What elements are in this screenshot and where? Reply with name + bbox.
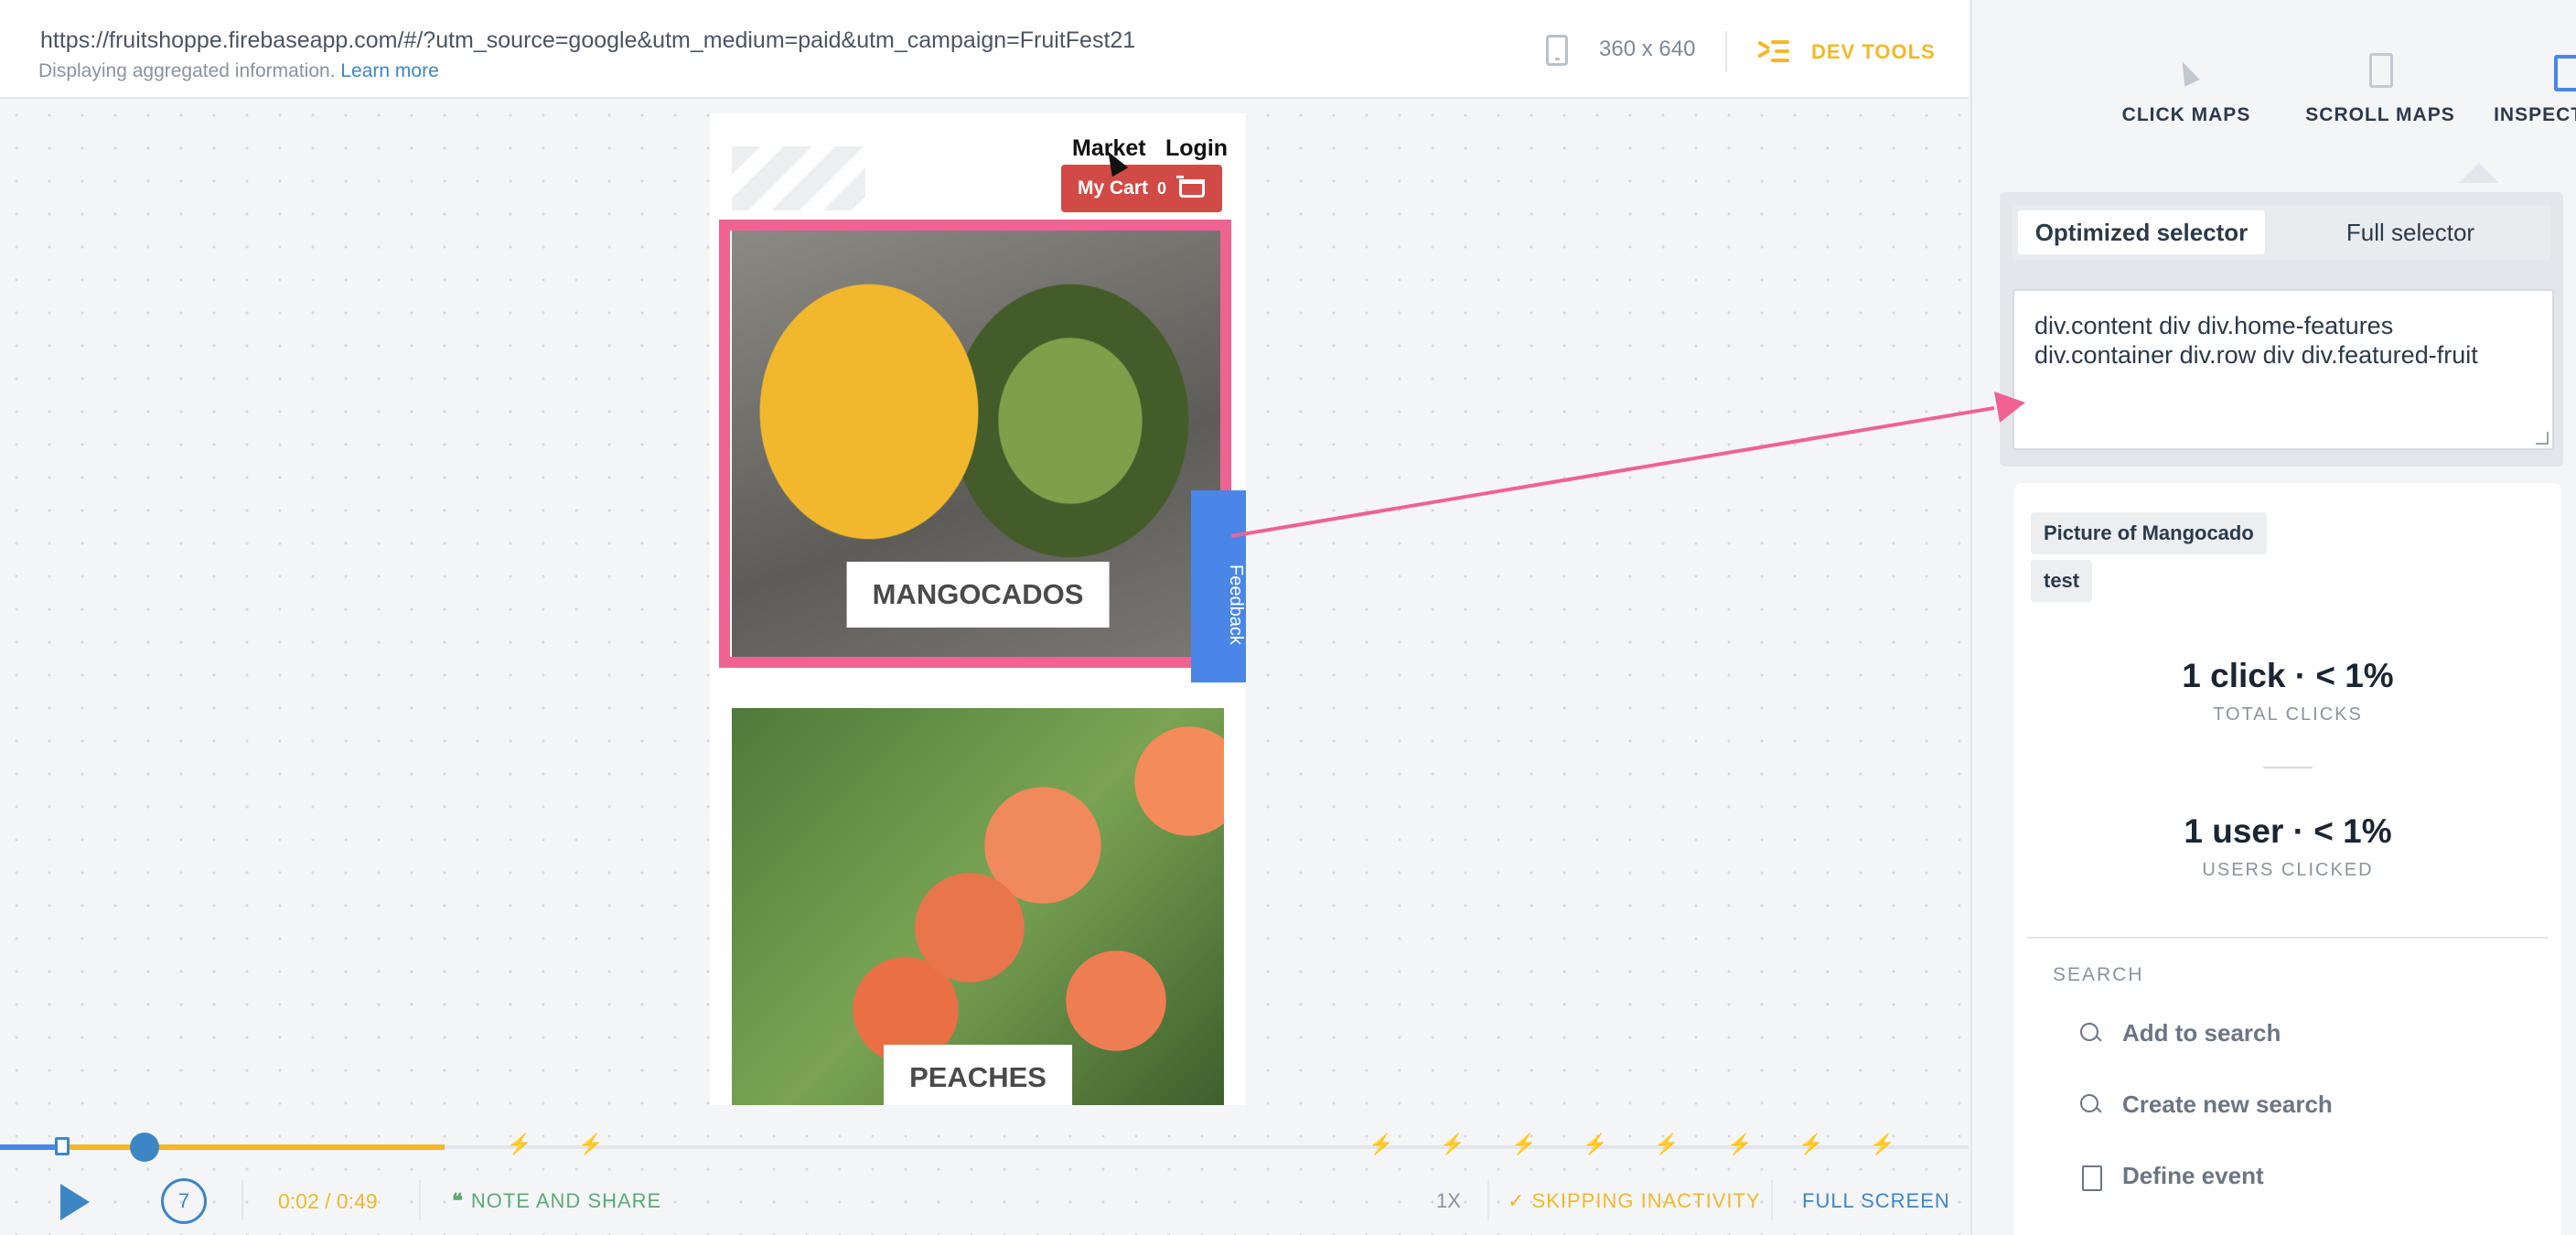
- timeline-scrubber[interactable]: [130, 1133, 159, 1162]
- playback-speed[interactable]: 1X: [1436, 1189, 1461, 1213]
- selector-tabs: Optimized selector Full selector: [2012, 205, 2550, 260]
- event-bolt-icon[interactable]: ⚡: [578, 1133, 603, 1156]
- element-tag[interactable]: test: [2031, 560, 2093, 602]
- selector-card: Optimized selector Full selector div.con…: [2000, 192, 2563, 467]
- event-bolt-icon[interactable]: ⚡: [1511, 1133, 1536, 1156]
- featured-fruit-mangocado[interactable]: MANGOCADOS: [732, 229, 1224, 659]
- event-bolt-icon[interactable]: ⚡: [1654, 1133, 1679, 1156]
- replay-header: https://fruitshoppe.firebaseapp.com/#/?u…: [0, 0, 1969, 99]
- controls-divider: [1487, 1180, 1489, 1220]
- cart-count: 0: [1157, 178, 1167, 198]
- aggregation-notice: Displaying aggregated information. Learn…: [38, 60, 439, 82]
- skip-inactivity-label: SKIPPING INACTIVITY: [1531, 1189, 1761, 1212]
- add-to-search-button[interactable]: Add to search: [2080, 1019, 2281, 1047]
- create-new-search-button[interactable]: Create new search: [2080, 1090, 2333, 1119]
- event-bolt-icon[interactable]: ⚡: [507, 1133, 531, 1156]
- featured-fruit-peaches[interactable]: PEACHES: [732, 708, 1224, 1105]
- cart-icon: [1176, 176, 1206, 198]
- feedback-tab[interactable]: Feedback: [1191, 490, 1246, 682]
- aggregation-text: Displaying aggregated information.: [38, 60, 336, 81]
- event-bolt-icon[interactable]: ⚡: [1727, 1133, 1752, 1156]
- scroll-maps-tab[interactable]: SCROLL MAPS: [2289, 51, 2472, 126]
- inspect-mode-tab[interactable]: INSPECT MODE: [2481, 51, 2576, 126]
- play-button[interactable]: [60, 1184, 90, 1220]
- cart-label: My Cart: [1078, 177, 1149, 199]
- element-info-card: Picture of Mangocado test 1 click · < 1%…: [2014, 483, 2561, 1235]
- click-maps-tab[interactable]: CLICK MAPS: [2095, 51, 2278, 126]
- dev-tools-button[interactable]: DEV TOOLS: [1811, 40, 1936, 64]
- quote-icon: ❝: [452, 1189, 464, 1212]
- define-event-icon: [2080, 1165, 2102, 1191]
- controls-divider: [419, 1180, 421, 1220]
- mobile-device-icon: [1546, 35, 1568, 66]
- event-bolt-icon[interactable]: ⚡: [1368, 1133, 1393, 1156]
- add-to-search-label: Add to search: [2122, 1019, 2281, 1047]
- users-clicked-value: 1 user · < 1%: [2184, 812, 2392, 850]
- note-and-share-button[interactable]: ❝ NOTE AND SHARE: [452, 1189, 661, 1213]
- skip-back-button[interactable]: 7: [161, 1178, 207, 1224]
- event-bolt-icon[interactable]: ⚡: [1440, 1133, 1465, 1156]
- total-clicks-label: TOTAL CLICKS: [2213, 704, 2363, 725]
- controls-divider: [242, 1180, 243, 1220]
- inspect-mode-label: INSPECT MODE: [2494, 104, 2576, 125]
- site-logo-placeholder: [732, 146, 865, 210]
- scroll-maps-icon: [2362, 51, 2399, 88]
- controls-divider: [1771, 1180, 1773, 1220]
- create-new-search-label: Create new search: [2122, 1090, 2333, 1118]
- selector-textarea[interactable]: div.content div div.home-features div.co…: [2012, 289, 2554, 450]
- inspect-mode-icon: [2554, 51, 2576, 91]
- fruit-label: MANGOCADOS: [846, 562, 1110, 628]
- click-maps-label: CLICK MAPS: [2121, 104, 2251, 125]
- check-icon: ✓: [1508, 1189, 1532, 1212]
- tab-full-selector[interactable]: Full selector: [2287, 210, 2534, 254]
- note-and-share-label: NOTE AND SHARE: [470, 1189, 662, 1212]
- users-clicked-label: USERS CLICKED: [2202, 860, 2374, 880]
- resize-handle-icon[interactable]: [2536, 432, 2549, 445]
- total-clicks-value: 1 click · < 1%: [2182, 657, 2394, 694]
- stat-divider: [2263, 767, 2313, 768]
- element-tag[interactable]: Picture of Mangocado: [2031, 512, 2267, 554]
- session-replay-area: https://fruitshoppe.firebaseapp.com/#/?u…: [0, 0, 1969, 1235]
- tab-optimized-selector[interactable]: Optimized selector: [2018, 210, 2265, 254]
- dev-tools-icon[interactable]: [1757, 40, 1789, 62]
- define-event-label: Define event: [2122, 1162, 2264, 1189]
- skip-inactivity-toggle[interactable]: ✓ SKIPPING INACTIVITY: [1508, 1189, 1761, 1213]
- event-bolt-icon[interactable]: ⚡: [1870, 1133, 1894, 1156]
- search-icon: [2080, 1093, 2102, 1116]
- zoom-in-icon: [2080, 1022, 2102, 1045]
- click-maps-icon: [2168, 51, 2205, 88]
- learn-more-link[interactable]: Learn more: [340, 60, 438, 81]
- define-event-button[interactable]: Define event: [2080, 1162, 2264, 1191]
- page-marker-icon[interactable]: [55, 1137, 70, 1155]
- selector-text: div.content div div.home-features div.co…: [2034, 312, 2478, 369]
- page-url: https://fruitshoppe.firebaseapp.com/#/?u…: [40, 27, 1136, 53]
- event-bolt-icon[interactable]: ⚡: [1583, 1133, 1607, 1156]
- playback-time: 0:02 / 0:49: [278, 1189, 378, 1213]
- header-divider: [1725, 31, 1727, 71]
- device-size: 360 x 640: [1599, 37, 1696, 61]
- scroll-maps-label: SCROLL MAPS: [2305, 104, 2455, 125]
- mobile-preview: Market Login My Cart 0 MANGOCADOS PEACHE…: [710, 113, 1246, 1105]
- active-tab-pointer: [2459, 163, 2499, 183]
- timeline-start-segment: [0, 1144, 55, 1150]
- full-screen-button[interactable]: FULL SCREEN: [1802, 1189, 1950, 1213]
- search-heading: SEARCH: [2053, 964, 2144, 985]
- section-divider: [2027, 937, 2549, 939]
- my-cart-button[interactable]: My Cart 0: [1061, 165, 1222, 212]
- site-nav-login[interactable]: Login: [1165, 135, 1228, 162]
- event-bolt-icon[interactable]: ⚡: [1798, 1133, 1823, 1156]
- fruit-label: PEACHES: [884, 1045, 1072, 1105]
